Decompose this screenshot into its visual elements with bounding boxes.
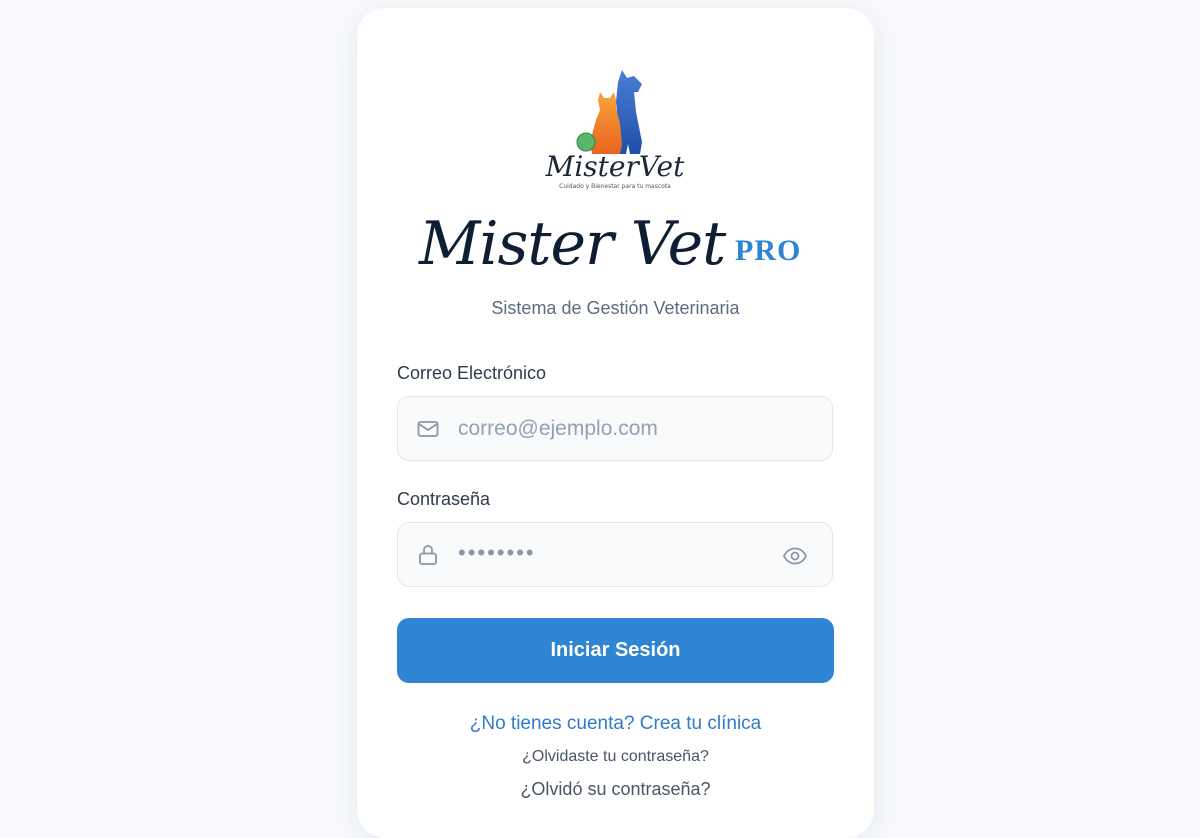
email-placeholder: correo@ejemplo.com	[458, 417, 658, 440]
login-button[interactable]: Iniciar Sesión	[397, 618, 834, 683]
logo-tagline: Cuidado y Bienestar para tu mascota	[559, 183, 671, 190]
forgot-password-link[interactable]: ¿Olvidaste tu contraseña?	[357, 748, 874, 766]
brand-pro-badge: PRO	[735, 234, 802, 267]
password-label: Contraseña	[397, 489, 491, 509]
eye-icon[interactable]	[782, 544, 808, 568]
brand-header: Mister Vet PRO	[357, 208, 874, 298]
page-subtitle: Sistema de Gestión Veterinaria	[491, 298, 740, 318]
brand-name: Mister Vet	[419, 209, 726, 279]
email-field[interactable]: correo@ejemplo.com	[397, 396, 833, 461]
logo-wordmark: MisterVet	[545, 150, 685, 183]
create-clinic-link[interactable]: ¿No tienes cuenta? Crea tu clínica	[357, 713, 874, 735]
email-label: Correo Electrónico	[397, 363, 547, 383]
login-card: MisterVet Cuidado y Bienestar para tu ma…	[357, 8, 874, 838]
password-field[interactable]: ••••••••	[397, 522, 833, 587]
mistervet-logo: MisterVet Cuidado y Bienestar para tu ma…	[545, 70, 685, 190]
forgot-password-link-alt[interactable]: ¿Olvidó su contraseña?	[357, 779, 874, 800]
mail-icon	[417, 421, 439, 437]
lock-icon	[419, 545, 437, 565]
password-value: ••••••••	[458, 540, 536, 565]
